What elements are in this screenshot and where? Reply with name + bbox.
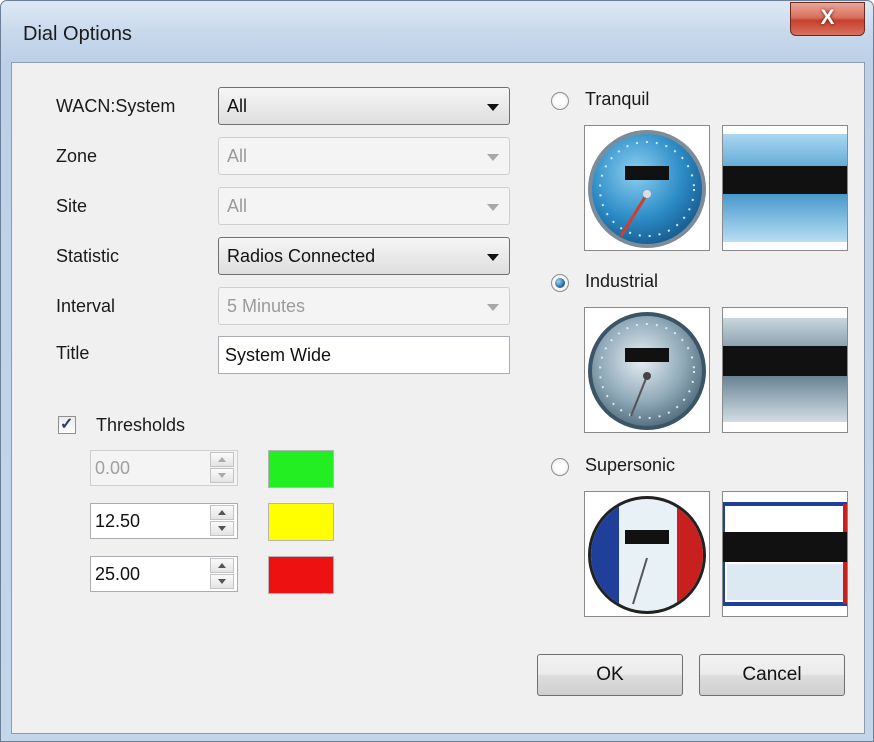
title-label: Title <box>56 343 90 363</box>
cancel-button[interactable]: Cancel <box>699 654 845 696</box>
dialog-body: WACN:System All Zone All Site All Statis… <box>11 62 865 734</box>
interval-value: 5 Minutes <box>227 296 306 316</box>
site-value: All <box>227 196 248 216</box>
industrial-bar-preview[interactable] <box>722 307 848 433</box>
supersonic-dial-icon <box>588 496 706 614</box>
chevron-down-icon <box>487 304 499 311</box>
industrial-dial-preview[interactable] <box>584 307 710 433</box>
style-radio-supersonic[interactable] <box>551 458 569 476</box>
tranquil-bar-icon <box>723 134 847 242</box>
style-radio-tranquil[interactable] <box>551 92 569 110</box>
title-field-box[interactable] <box>218 336 510 374</box>
zone-value: All <box>227 146 248 166</box>
threshold-high-input[interactable]: 25.00 <box>90 556 238 592</box>
supersonic-dial-preview[interactable] <box>584 491 710 617</box>
threshold-high-value: 25.00 <box>95 564 141 584</box>
threshold-low-value: 0.00 <box>95 458 131 478</box>
threshold-low-color[interactable] <box>268 450 334 488</box>
thresholds-label: Thresholds <box>96 415 186 435</box>
zone-label: Zone <box>56 146 98 166</box>
zone-dropdown[interactable]: All <box>218 137 510 175</box>
thresholds-checkbox[interactable]: ✓ <box>58 416 76 434</box>
chevron-down-icon <box>487 204 499 211</box>
tranquil-dial-icon <box>588 130 706 248</box>
spin-up-icon[interactable] <box>210 505 234 520</box>
wacn-dropdown[interactable]: All <box>218 87 510 125</box>
title-bar: Dial Options X <box>1 1 873 63</box>
chevron-down-icon <box>487 154 499 161</box>
supersonic-bar-preview[interactable] <box>722 491 848 617</box>
style-label-tranquil: Tranquil <box>585 89 650 109</box>
statistic-label: Statistic <box>56 246 120 266</box>
title-input[interactable] <box>225 345 495 366</box>
spin-up-icon[interactable] <box>210 452 234 467</box>
threshold-high-spinner <box>210 558 236 590</box>
tranquil-dial-preview[interactable] <box>584 125 710 251</box>
ok-button[interactable]: OK <box>537 654 683 696</box>
threshold-high-color[interactable] <box>268 556 334 594</box>
spin-up-icon[interactable] <box>210 558 234 573</box>
interval-label: Interval <box>56 296 116 316</box>
threshold-mid-spinner <box>210 505 236 537</box>
statistic-dropdown[interactable]: Radios Connected <box>218 237 510 275</box>
site-dropdown[interactable]: All <box>218 187 510 225</box>
threshold-mid-input[interactable]: 12.50 <box>90 503 238 539</box>
threshold-mid-value: 12.50 <box>95 511 141 531</box>
tranquil-bar-preview[interactable] <box>722 125 848 251</box>
spin-down-icon[interactable] <box>210 574 234 589</box>
window-title: Dial Options <box>23 23 132 45</box>
style-label-supersonic: Supersonic <box>585 455 676 475</box>
threshold-low-spinner <box>210 452 236 484</box>
threshold-mid-color[interactable] <box>268 503 334 541</box>
spin-down-icon[interactable] <box>210 521 234 536</box>
close-icon: X <box>820 6 835 29</box>
close-button[interactable]: X <box>790 2 865 36</box>
interval-dropdown[interactable]: 5 Minutes <box>218 287 510 325</box>
wacn-value: All <box>227 96 248 116</box>
threshold-low-input[interactable]: 0.00 <box>90 450 238 486</box>
industrial-bar-icon <box>723 318 847 422</box>
statistic-value: Radios Connected <box>227 246 376 266</box>
style-radio-industrial[interactable] <box>551 274 569 292</box>
industrial-dial-icon <box>588 312 706 430</box>
checkmark-icon: ✓ <box>60 416 74 433</box>
style-label-industrial: Industrial <box>585 271 659 291</box>
dial-options-window: Dial Options X WACN:System All Zone All … <box>0 0 874 742</box>
site-label: Site <box>56 196 88 216</box>
wacn-label: WACN:System <box>56 96 176 116</box>
supersonic-bar-icon <box>723 502 847 606</box>
spin-down-icon[interactable] <box>210 468 234 483</box>
chevron-down-icon <box>487 254 499 261</box>
chevron-down-icon <box>487 104 499 111</box>
